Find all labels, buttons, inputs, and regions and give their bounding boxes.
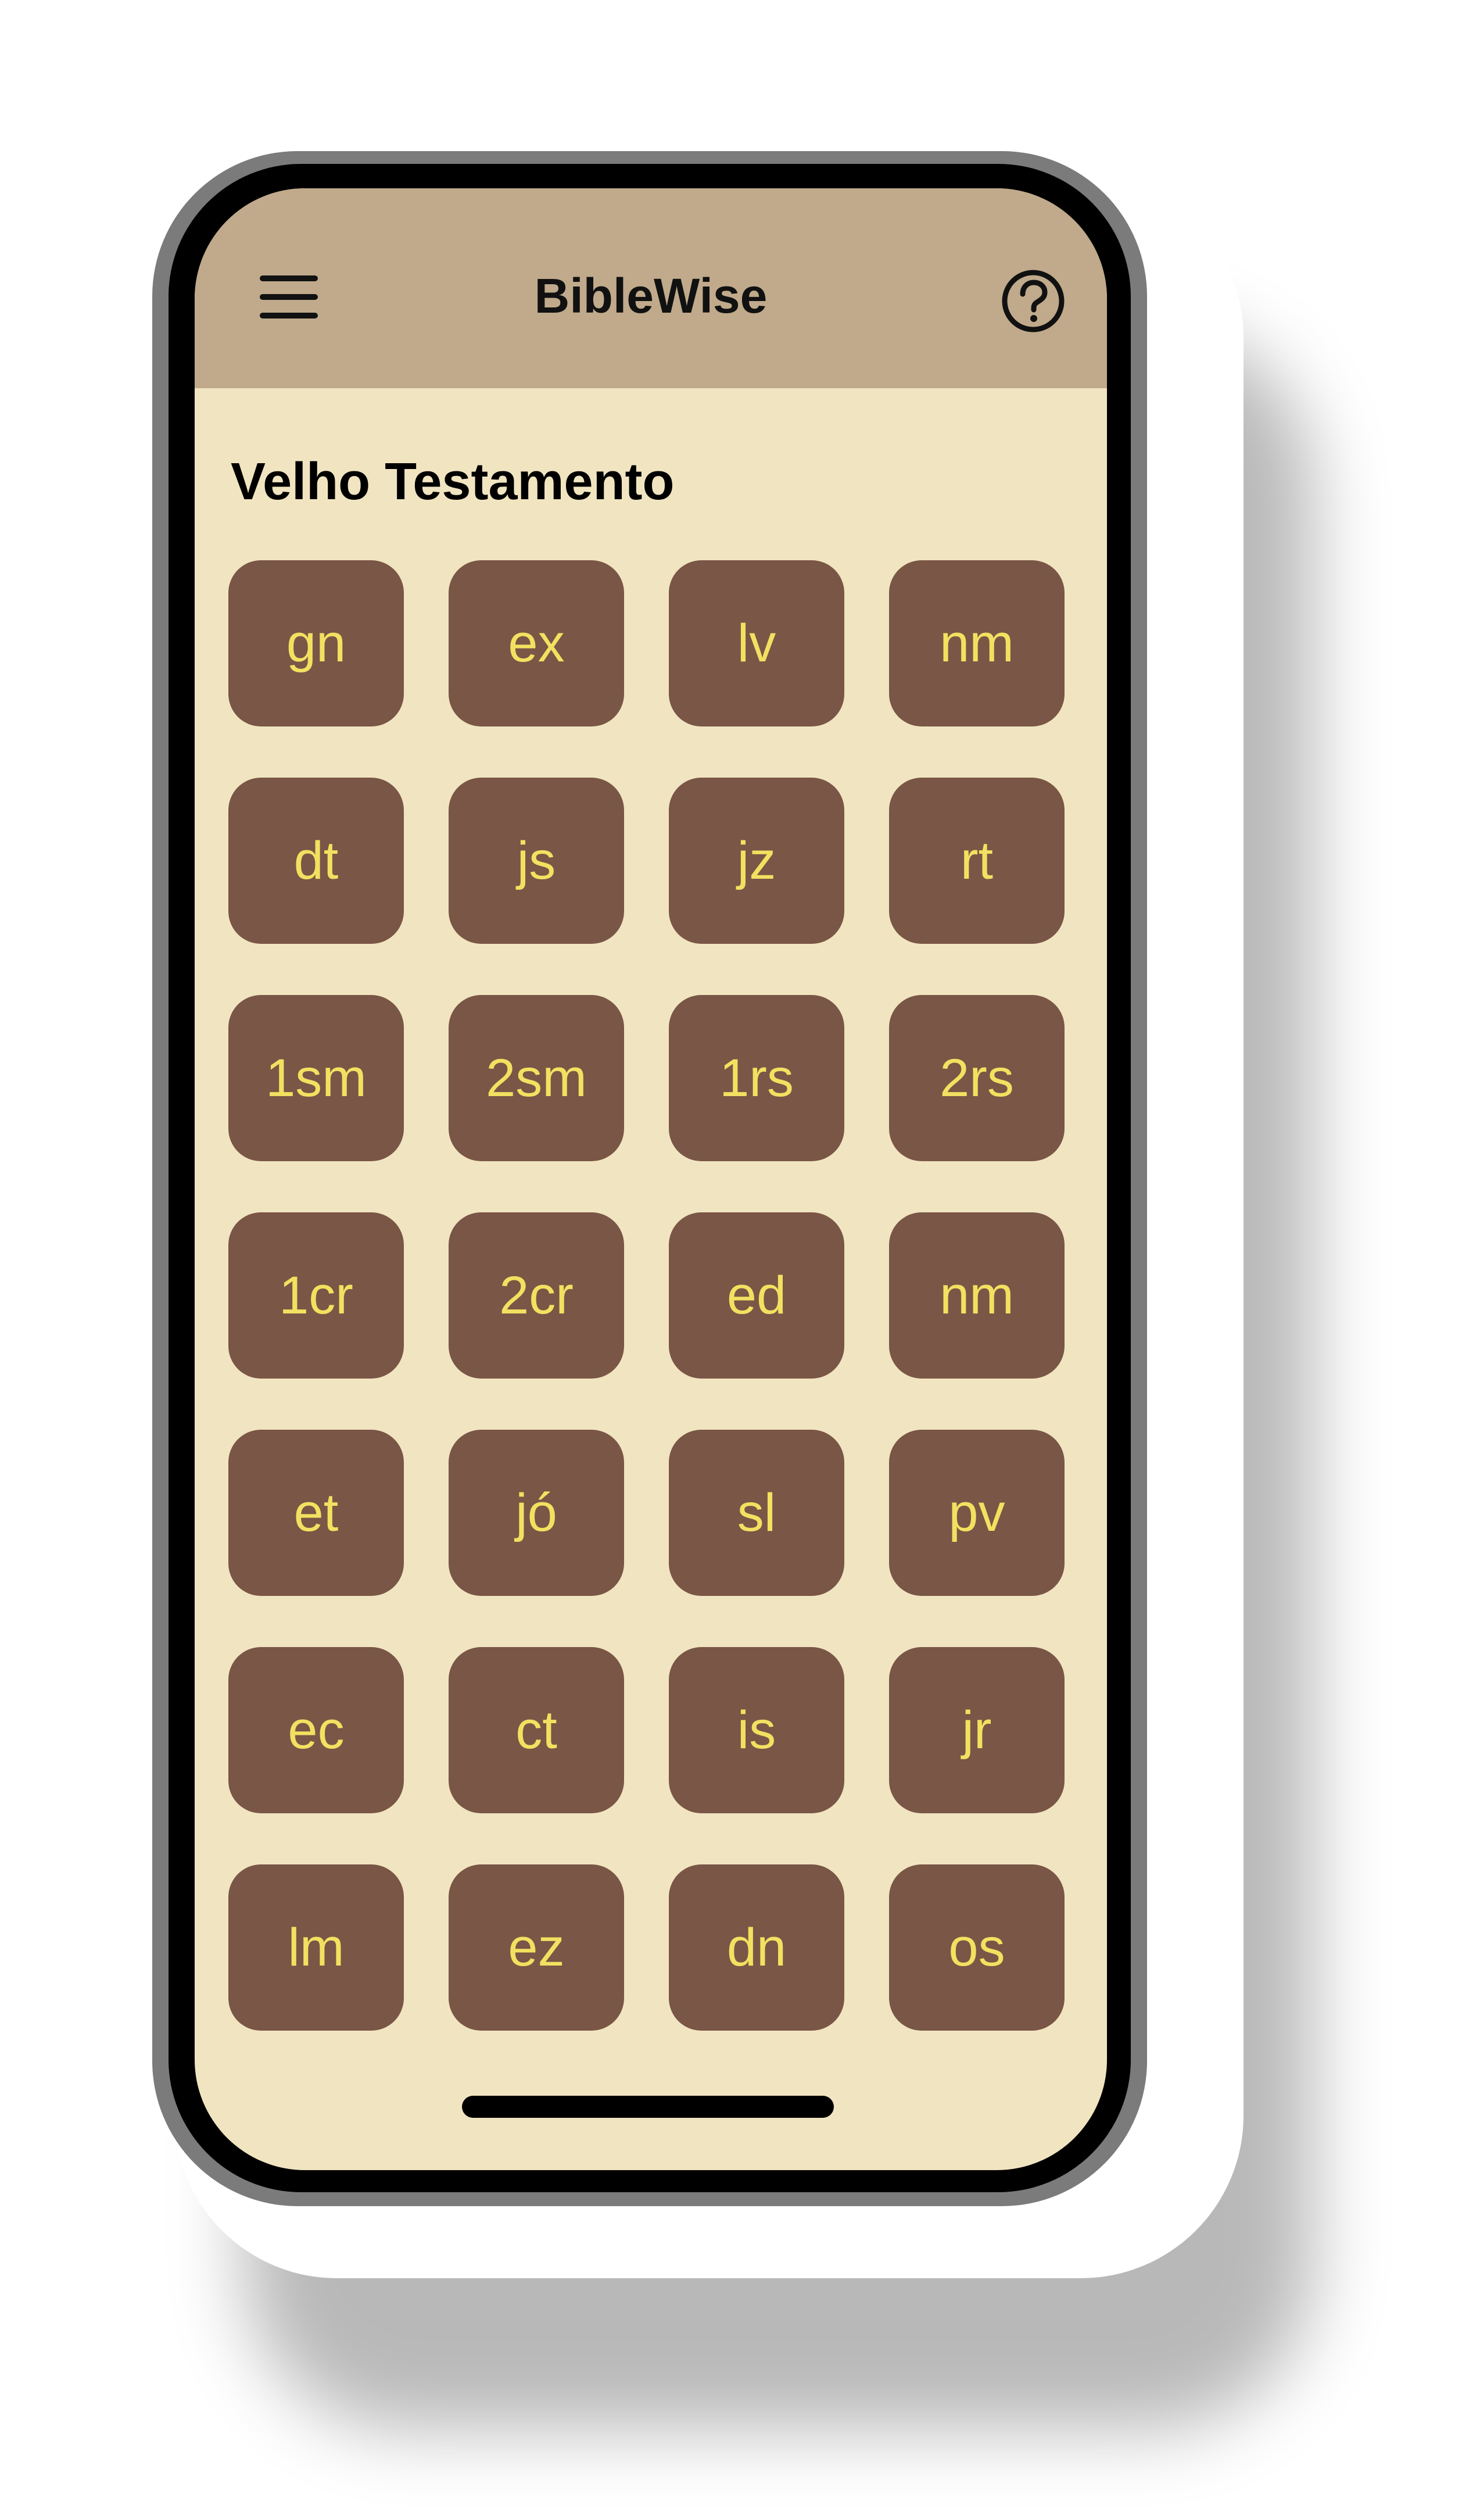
section-title: Velho Testamento bbox=[231, 453, 675, 511]
book-button[interactable]: pv bbox=[889, 1430, 1065, 1596]
book-button[interactable]: jr bbox=[889, 1647, 1065, 1813]
book-button[interactable]: 2sm bbox=[449, 995, 624, 1161]
question-circle-icon bbox=[1002, 270, 1065, 332]
book-button[interactable]: nm bbox=[889, 1212, 1065, 1379]
book-button[interactable]: is bbox=[669, 1647, 844, 1813]
app-header: BibleWise bbox=[195, 188, 1107, 388]
book-button[interactable]: sl bbox=[669, 1430, 844, 1596]
book-button[interactable]: rt bbox=[889, 778, 1065, 944]
book-button[interactable]: dt bbox=[228, 778, 404, 944]
book-button[interactable]: jz bbox=[669, 778, 844, 944]
help-question-icon[interactable] bbox=[1001, 269, 1066, 334]
book-button[interactable]: ez bbox=[449, 1864, 624, 2031]
book-button[interactable]: ed bbox=[669, 1212, 844, 1379]
app-screen: BibleWise Velho Testamento gn ex lv nm dt js j… bbox=[195, 188, 1107, 2170]
book-button[interactable]: et bbox=[228, 1430, 404, 1596]
home-indicator[interactable] bbox=[462, 2096, 834, 2118]
app-title: BibleWise bbox=[534, 269, 768, 323]
book-button[interactable]: 2rs bbox=[889, 995, 1065, 1161]
book-button[interactable]: 1rs bbox=[669, 995, 844, 1161]
book-button[interactable]: lv bbox=[669, 560, 844, 726]
book-button[interactable]: ct bbox=[449, 1647, 624, 1813]
book-button[interactable]: jó bbox=[449, 1430, 624, 1596]
book-button[interactable]: ex bbox=[449, 560, 624, 726]
book-button[interactable]: ec bbox=[228, 1647, 404, 1813]
book-button[interactable]: os bbox=[889, 1864, 1065, 2031]
book-button[interactable]: gn bbox=[228, 560, 404, 726]
book-button[interactable]: 1sm bbox=[228, 995, 404, 1161]
book-button[interactable]: lm bbox=[228, 1864, 404, 2031]
stage: BibleWise Velho Testamento gn ex lv nm dt js j… bbox=[0, 0, 1462, 2520]
book-button[interactable]: js bbox=[449, 778, 624, 944]
book-button[interactable]: nm bbox=[889, 560, 1065, 726]
book-grid: gn ex lv nm dt js jz rt 1sm 2sm 1rs 2rs 1cr 2cr ed nm et… bbox=[228, 560, 1074, 2031]
book-button[interactable]: 1cr bbox=[228, 1212, 404, 1379]
book-button[interactable]: 2cr bbox=[449, 1212, 624, 1379]
book-button[interactable]: dn bbox=[669, 1864, 844, 2031]
